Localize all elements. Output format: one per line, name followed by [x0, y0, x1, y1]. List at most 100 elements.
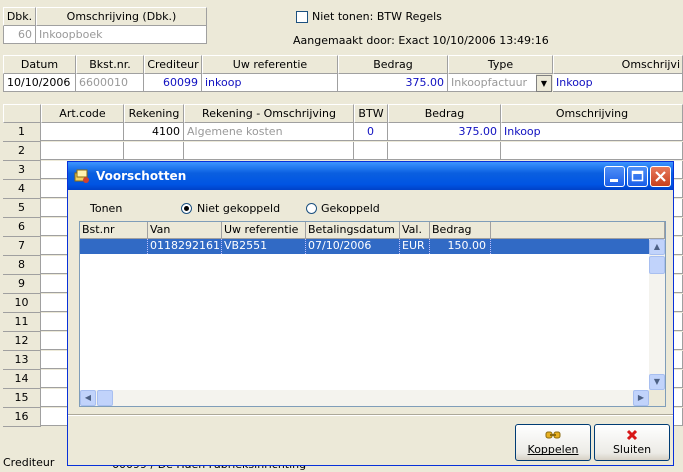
radio-niet-gekoppeld-label: Niet gekoppeld — [197, 202, 281, 215]
koppelen-label: Koppelen — [527, 443, 579, 456]
scroll-down-icon[interactable]: ▼ — [649, 374, 665, 390]
hdr-omschrijving-value[interactable]: Inkoop — [553, 74, 683, 92]
row-number[interactable]: 5 — [3, 199, 41, 218]
row-number[interactable]: 10 — [3, 294, 41, 313]
list-cell-bstnr — [80, 239, 148, 254]
horizontal-scrollbar[interactable]: ◀ ▶ — [80, 390, 649, 406]
niet-tonen-btw-checkbox[interactable] — [296, 11, 308, 23]
omschrijving-dbk-value[interactable]: Inkoopboek — [36, 26, 207, 44]
list-cell-van: 0118292161 — [150, 239, 222, 254]
scroll-left-icon[interactable]: ◀ — [80, 390, 96, 406]
line-omschrijving[interactable]: Inkoop — [501, 123, 683, 141]
hdr-bedrag-value[interactable]: 375.00 — [338, 74, 448, 92]
list-cell-val: EUR — [400, 239, 430, 254]
close-button[interactable] — [650, 166, 671, 187]
sluiten-button[interactable]: Sluiten — [594, 424, 670, 461]
col-uw-referentie[interactable]: Uw referentie — [202, 55, 338, 74]
dialog-title: Voorschotten — [96, 169, 187, 183]
maximize-button[interactable] — [627, 166, 648, 187]
list-col-val[interactable]: Val. — [400, 222, 430, 239]
list-cell-betalingsdatum: 07/10/2006 — [306, 239, 400, 254]
koppelen-button[interactable]: Koppelen — [515, 424, 591, 461]
line-cell[interactable] — [184, 142, 354, 160]
hdr-uw-referentie-value[interactable]: inkoop — [202, 74, 338, 92]
scroll-up-icon[interactable]: ▲ — [649, 239, 665, 255]
list-col-van[interactable]: Van — [148, 222, 222, 239]
row-number[interactable]: 11 — [3, 313, 41, 332]
list-col-betalingsdatum[interactable]: Betalingsdatum — [306, 222, 400, 239]
line-artcode[interactable] — [41, 123, 124, 141]
dialog-separator — [68, 414, 673, 416]
line-cell[interactable] — [388, 142, 501, 160]
dbk-header: Dbk. — [3, 7, 36, 26]
line-btw[interactable]: 0 — [354, 123, 388, 141]
sluiten-icon — [595, 429, 669, 441]
col-lines-bedrag[interactable]: Bedrag — [388, 104, 501, 123]
row-number[interactable]: 9 — [3, 275, 41, 294]
voorschotten-app-icon — [74, 168, 90, 184]
row-number[interactable]: 1 — [3, 123, 41, 142]
omschrijving-dbk-header: Omschrijving (Dbk.) — [36, 7, 207, 26]
line-cell[interactable] — [501, 142, 683, 160]
radio-niet-gekoppeld[interactable] — [181, 203, 192, 214]
list-col-uw-referentie[interactable]: Uw referentie — [222, 222, 306, 239]
col-artcode[interactable]: Art.code — [41, 104, 124, 123]
row-number[interactable]: 2 — [3, 142, 41, 161]
scroll-right-icon[interactable]: ▶ — [633, 390, 649, 406]
col-btw[interactable]: BTW — [354, 104, 388, 123]
list-cell-bedrag: 150.00 — [430, 239, 491, 254]
row-number[interactable]: 7 — [3, 237, 41, 256]
minimize-button[interactable] — [604, 166, 625, 187]
col-rekening-omschrijving[interactable]: Rekening - Omschrijving — [184, 104, 354, 123]
row-number[interactable]: 4 — [3, 180, 41, 199]
list-cell-uw-referentie: VB2551 — [222, 239, 306, 254]
row-number[interactable]: 16 — [3, 408, 41, 427]
dialog-titlebar[interactable]: Voorschotten — [68, 162, 673, 190]
scroll-thumb[interactable] — [649, 256, 665, 274]
row-number[interactable]: 12 — [3, 332, 41, 351]
hscroll-thumb[interactable] — [97, 390, 113, 406]
koppelen-icon — [516, 429, 590, 441]
hdr-datum-value[interactable]: 10/10/2006 — [3, 74, 76, 92]
list-col-bedrag[interactable]: Bedrag — [430, 222, 491, 239]
list-col-bstnr[interactable]: Bst.nr — [80, 222, 148, 239]
col-bkstnr[interactable]: Bkst.nr. — [76, 55, 144, 74]
line-rekening-omschrijving[interactable]: Algemene kosten — [184, 123, 354, 141]
hdr-crediteur-value[interactable]: 60099 — [144, 74, 202, 92]
col-datum[interactable]: Datum — [3, 55, 76, 74]
line-cell[interactable] — [354, 142, 388, 160]
list-col-filler — [491, 222, 665, 239]
col-omschrijving[interactable]: Omschrijvi — [553, 55, 683, 74]
vertical-scrollbar[interactable]: ▲ ▼ — [649, 239, 665, 390]
sluiten-label: Sluiten — [612, 443, 652, 456]
row-number[interactable]: 8 — [3, 256, 41, 275]
row-number[interactable]: 13 — [3, 351, 41, 370]
list-row[interactable]: 0118292161 VB2551 07/10/2006 EUR 150.00 — [80, 239, 649, 254]
tonen-label: Tonen — [90, 202, 123, 215]
hdr-bkst-value[interactable]: 6600010 — [76, 74, 144, 92]
radio-gekoppeld-label: Gekoppeld — [321, 202, 380, 215]
lines-corner — [3, 104, 41, 123]
row-number[interactable]: 6 — [3, 218, 41, 237]
line-bedrag[interactable]: 375.00 — [388, 123, 501, 141]
col-bedrag[interactable]: Bedrag — [338, 55, 448, 74]
row-number[interactable]: 14 — [3, 370, 41, 389]
voorschotten-dialog: Voorschotten Tonen Niet gekoppeld Gekopp… — [67, 161, 674, 466]
voorschotten-list[interactable]: Bst.nr Van Uw referentie Betalingsdatum … — [79, 221, 666, 407]
col-crediteur[interactable]: Crediteur — [144, 55, 202, 74]
type-dropdown-button[interactable]: ▼ — [536, 75, 552, 92]
radio-gekoppeld[interactable] — [306, 203, 317, 214]
footer-crediteur-label: Crediteur — [3, 456, 55, 469]
line-cell[interactable] — [124, 142, 184, 160]
line-cell[interactable] — [41, 142, 124, 160]
row-number[interactable]: 15 — [3, 389, 41, 408]
col-type[interactable]: Type — [448, 55, 553, 74]
dbk-value[interactable]: 60 — [3, 26, 36, 44]
col-lines-omschrijving[interactable]: Omschrijving — [501, 104, 683, 123]
row-number[interactable]: 3 — [3, 161, 41, 180]
scroll-corner — [649, 390, 665, 406]
line-rekening[interactable]: 4100 — [124, 123, 184, 141]
col-rekening[interactable]: Rekening — [124, 104, 184, 123]
niet-tonen-btw-label: Niet tonen: BTW Regels — [312, 10, 442, 23]
hdr-type-value[interactable]: Inkoopfactuur — [448, 74, 536, 92]
